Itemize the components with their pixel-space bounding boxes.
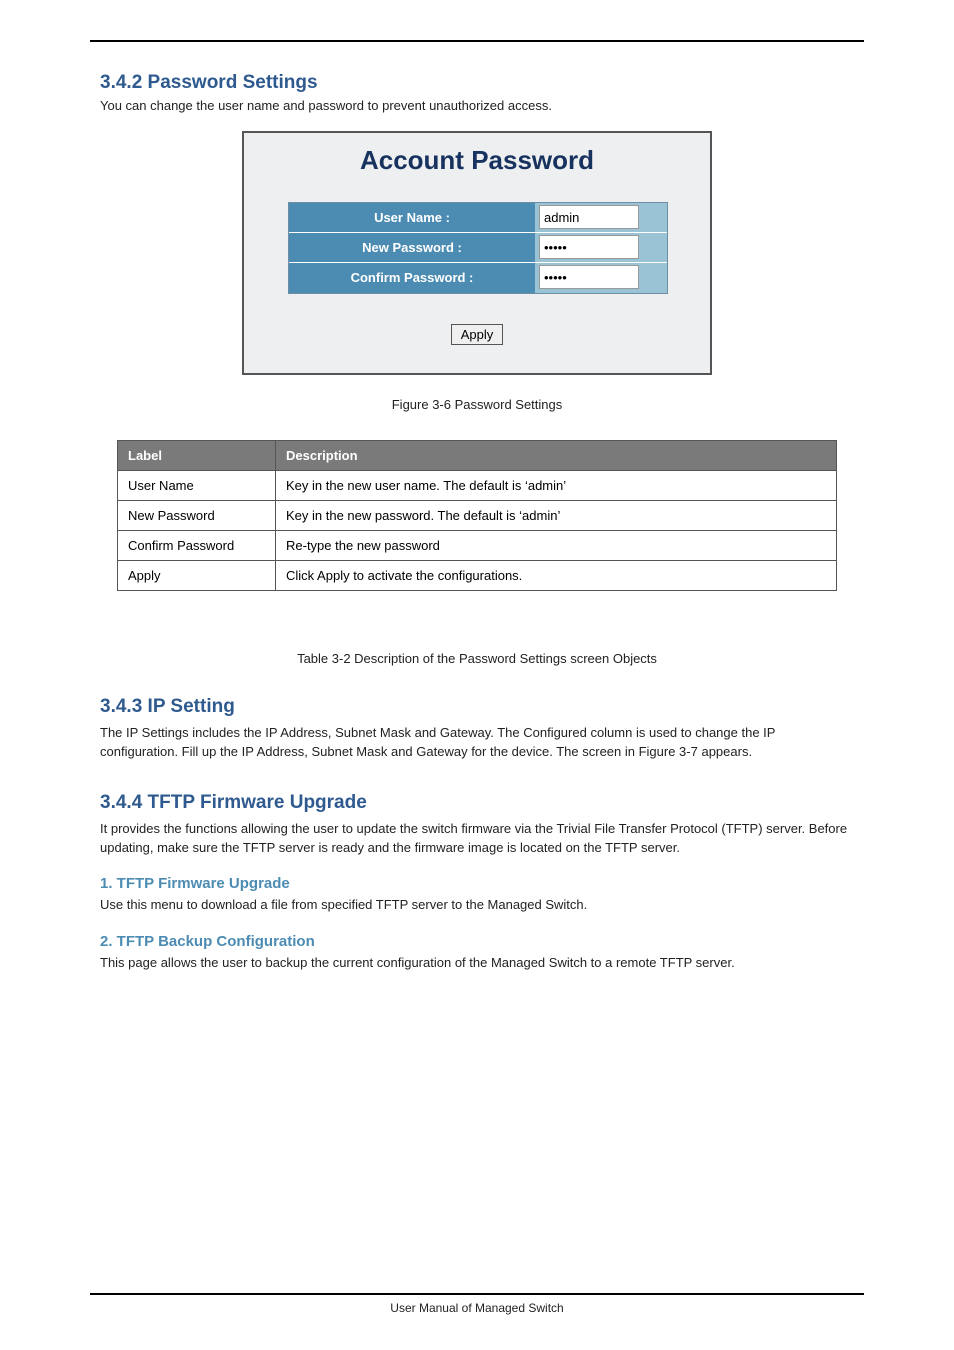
apply-button[interactable]: Apply <box>451 324 504 345</box>
cell-confpw <box>535 263 667 293</box>
td-label: New Password <box>118 501 276 531</box>
password-figure: Account Password User Name : New Passwor… <box>242 131 712 375</box>
cell-username <box>535 203 667 232</box>
apply-row: Apply <box>244 294 710 345</box>
td-label: Confirm Password <box>118 531 276 561</box>
th-desc: Description <box>276 441 837 471</box>
tftp-desc: It provides the functions allowing the u… <box>100 820 854 858</box>
td-desc: Key in the new user name. The default is… <box>276 471 837 501</box>
input-newpw[interactable] <box>539 235 639 259</box>
input-confpw[interactable] <box>539 265 639 289</box>
tftp-sub1-desc: Use this menu to download a file from sp… <box>100 896 854 915</box>
label-newpw: New Password : <box>289 233 535 262</box>
tftp-sub2-heading: 2. TFTP Backup Configuration <box>100 933 864 950</box>
figure-caption: Figure 3-6 Password Settings <box>90 397 864 412</box>
td-desc: Re-type the new password <box>276 531 837 561</box>
table-row: Apply Click Apply to activate the config… <box>118 561 837 591</box>
label-username: User Name : <box>289 203 535 232</box>
table-row: New Password Key in the new password. Th… <box>118 501 837 531</box>
row-confpw: Confirm Password : <box>289 263 667 293</box>
tftp-heading: 3.4.4 TFTP Firmware Upgrade <box>100 792 864 814</box>
table-caption: Table 3-2 Description of the Password Se… <box>90 651 864 666</box>
row-username: User Name : <box>289 203 667 233</box>
section-desc: You can change the user name and passwor… <box>100 98 864 113</box>
input-username[interactable] <box>539 205 639 229</box>
td-label: Apply <box>118 561 276 591</box>
figure-title: Account Password <box>244 133 710 202</box>
page-footer: User Manual of Managed Switch <box>90 1293 864 1315</box>
cell-newpw <box>535 233 667 262</box>
top-rule <box>90 40 864 42</box>
label-confpw: Confirm Password : <box>289 263 535 293</box>
tftp-sub1-heading: 1. TFTP Firmware Upgrade <box>100 875 864 892</box>
iptime-heading: 3.4.3 IP Setting <box>100 696 864 718</box>
section-heading: 3.4.2 Password Settings <box>100 72 864 94</box>
td-desc: Key in the new password. The default is … <box>276 501 837 531</box>
iptime-desc: The IP Settings includes the IP Address,… <box>100 724 854 762</box>
table-row: User Name Key in the new user name. The … <box>118 471 837 501</box>
tftp-sub2-desc: This page allows the user to backup the … <box>100 954 854 973</box>
th-label: Label <box>118 441 276 471</box>
table-row: Confirm Password Re-type the new passwor… <box>118 531 837 561</box>
td-label: User Name <box>118 471 276 501</box>
td-desc: Click Apply to activate the configuratio… <box>276 561 837 591</box>
description-table: Label Description User Name Key in the n… <box>117 440 837 591</box>
row-newpw: New Password : <box>289 233 667 263</box>
password-form: User Name : New Password : Confirm Passw… <box>288 202 668 294</box>
